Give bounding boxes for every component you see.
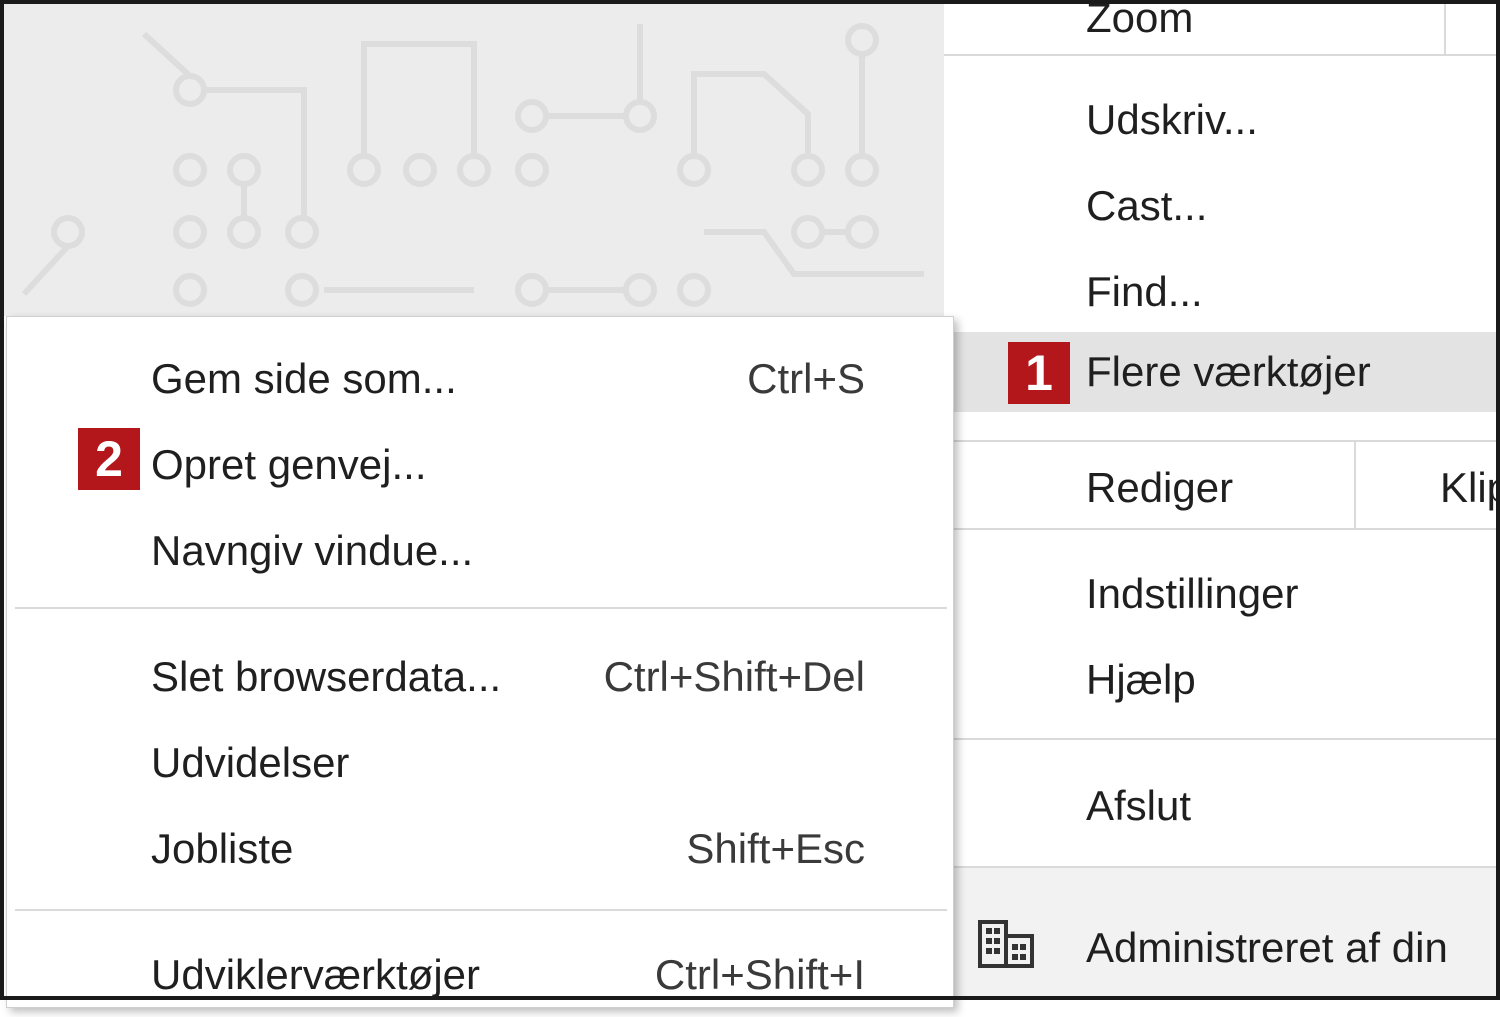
menu-item-find[interactable]: Find... <box>944 250 1500 334</box>
submenu-item-label: Opret genvej... <box>151 441 427 488</box>
menu-item-edit-label: Rediger <box>1086 464 1234 511</box>
submenu-item-save-page[interactable]: Gem side som... Ctrl+S <box>7 337 953 421</box>
step-badge-2: 2 <box>78 428 140 490</box>
menu-separator <box>944 738 1500 740</box>
menu-item-zoom[interactable]: Zoom <box>944 0 1500 60</box>
menu-item-find-label: Find... <box>1086 268 1203 315</box>
menu-item-settings[interactable]: Indstillinger <box>944 552 1500 636</box>
submenu-item-shortcut: Ctrl+Shift+I <box>654 951 865 998</box>
menu-item-exit-label: Afslut <box>1086 782 1192 829</box>
menu-item-help[interactable]: Hjælp <box>944 638 1500 722</box>
menu-item-managed-by-label: Administreret af din <box>1086 924 1448 971</box>
building-icon <box>978 920 1034 968</box>
submenu-item-clear-browsing-data[interactable]: Slet browserdata... Ctrl+Shift+Del <box>7 635 953 719</box>
step-badge-1: 1 <box>1008 342 1070 404</box>
zoom-divider <box>1444 0 1446 54</box>
menu-item-help-label: Hjælp <box>1086 656 1196 703</box>
menu-item-print[interactable]: Udskriv... <box>944 78 1500 162</box>
submenu-item-label: Udvidelser <box>151 739 350 786</box>
menu-item-managed-by[interactable]: Administreret af din <box>944 868 1500 1000</box>
edit-cut-button[interactable]: Klip <box>1440 464 1500 512</box>
edit-divider <box>1354 442 1356 528</box>
menu-item-exit[interactable]: Afslut <box>944 764 1500 848</box>
menu-separator <box>944 528 1500 530</box>
page-background-pattern <box>4 4 944 316</box>
submenu-separator <box>15 909 947 911</box>
submenu-item-developer-tools[interactable]: Udviklerværktøjer Ctrl+Shift+I <box>7 933 953 1017</box>
menu-item-more-tools-label: Flere værktøjer <box>1086 348 1371 395</box>
submenu-item-label: Jobliste <box>151 825 294 872</box>
menu-item-cast[interactable]: Cast... <box>944 164 1500 248</box>
submenu-item-shortcut: Ctrl+S <box>747 355 865 402</box>
submenu-item-label: Slet browserdata... <box>151 653 502 700</box>
submenu-item-shortcut: Shift+Esc <box>686 825 865 872</box>
submenu-item-name-window[interactable]: Navngiv vindue... <box>7 509 953 593</box>
submenu-item-task-manager[interactable]: Jobliste Shift+Esc <box>7 807 953 891</box>
submenu-item-extensions[interactable]: Udvidelser <box>7 721 953 805</box>
menu-item-zoom-label: Zoom <box>1086 0 1194 41</box>
submenu-item-label: Gem side som... <box>151 355 457 402</box>
menu-item-more-tools[interactable]: 1 Flere værktøjer <box>944 332 1500 412</box>
submenu-item-create-shortcut[interactable]: 2 Opret genvej... <box>7 423 953 507</box>
menu-separator <box>944 54 1500 56</box>
menu-item-settings-label: Indstillinger <box>1086 570 1299 617</box>
menu-item-edit: Rediger Klip <box>944 446 1500 530</box>
more-tools-submenu: Gem side som... Ctrl+S 2 Opret genvej...… <box>6 316 954 1008</box>
menu-separator <box>944 440 1500 442</box>
menu-item-print-label: Udskriv... <box>1086 96 1258 143</box>
chrome-main-menu: Zoom Udskriv... Cast... Find... 1 Flere … <box>944 0 1500 1000</box>
menu-item-cast-label: Cast... <box>1086 182 1208 229</box>
circuit-pattern-graphic <box>21 23 924 307</box>
submenu-item-label: Navngiv vindue... <box>151 527 474 574</box>
submenu-separator <box>15 607 947 609</box>
submenu-item-label: Udviklerværktøjer <box>151 951 481 998</box>
submenu-item-shortcut: Ctrl+Shift+Del <box>603 653 865 700</box>
